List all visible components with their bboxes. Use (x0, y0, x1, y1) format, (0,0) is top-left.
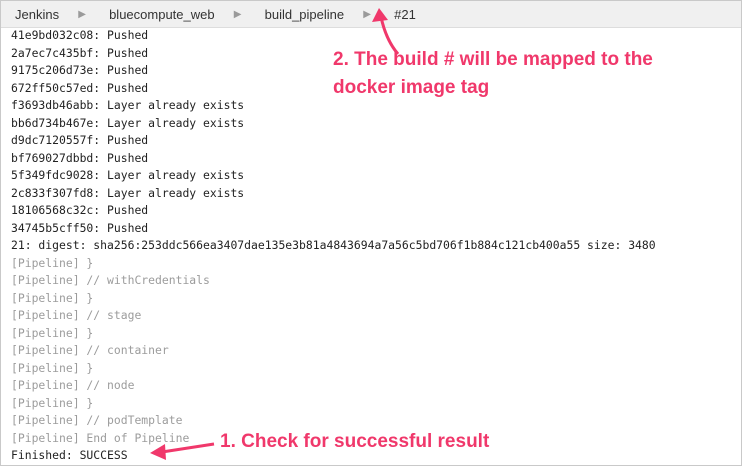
breadcrumb-build-number[interactable]: #21 (380, 7, 426, 22)
success-annotation: 1. Check for successful result (220, 431, 490, 452)
console-line: [Pipeline] // podTemplate (11, 413, 183, 427)
console-line: [Pipeline] } (11, 360, 94, 375)
console-line: [Pipeline] } (11, 255, 94, 270)
breadcrumb-bluecompute-web[interactable]: bluecompute_web (95, 7, 225, 22)
chevron-right-icon: ▶ (233, 8, 242, 20)
console-line: [Pipeline] } (11, 290, 94, 305)
console-line: 2c833f307fd8: Layer already exists (11, 185, 245, 200)
console-line: 34745b5cff50: Pushed (11, 220, 149, 235)
chevron-right-icon: ▶ (78, 8, 86, 20)
console-line: [Pipeline] } (11, 325, 94, 340)
breadcrumb: Jenkins ▶ bluecompute_web ▶ build_pipeli… (1, 1, 741, 28)
console-line: bb6d734b467e: Layer already exists (11, 115, 245, 130)
console-line: 5f349fdc9028: Layer already exists (11, 168, 245, 182)
console-line: [Pipeline] // withCredentials (11, 273, 210, 287)
console-line: [Pipeline] // stage (11, 308, 142, 322)
console-line: [Pipeline] // container (11, 343, 169, 357)
breadcrumb-build-pipeline[interactable]: build_pipeline (251, 7, 355, 22)
console-line: 41e9bd032c08: Pushed (11, 28, 149, 42)
console-line: [Pipeline] // node (11, 378, 135, 392)
console-line: [Pipeline] } (11, 395, 94, 410)
console-line: 21: digest: sha256:253ddc566ea3407dae135… (11, 238, 656, 252)
breadcrumb-jenkins[interactable]: Jenkins (1, 7, 69, 22)
chevron-right-icon: ▶ (363, 8, 371, 20)
build-tag-annotation: 2. The build # will be mapped to the doc… (333, 49, 653, 98)
console-line: 18106568c32c: Pushed (11, 203, 149, 217)
console-line: d9dc7120557f: Pushed (11, 133, 149, 147)
console-line: bf769027dbbd: Pushed (11, 150, 149, 165)
